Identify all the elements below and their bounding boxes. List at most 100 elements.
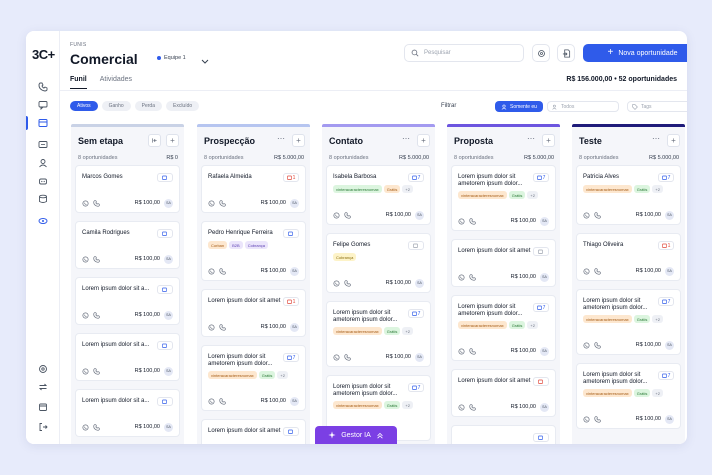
calendar-icon[interactable]	[37, 401, 49, 413]
phone-icon[interactable]	[594, 341, 601, 349]
tag-chip[interactable]: vinteracaracteresnomax	[583, 185, 632, 193]
settings-button[interactable]	[532, 44, 550, 62]
robot-icon[interactable]	[37, 175, 49, 187]
whatsapp-icon[interactable]	[82, 311, 89, 319]
task-badge[interactable]	[157, 285, 173, 294]
whatsapp-icon[interactable]	[333, 279, 340, 287]
gestor-ia-button[interactable]: Gestor IA	[315, 426, 397, 444]
tag-chip[interactable]: Grátis	[258, 371, 276, 379]
whatsapp-icon[interactable]	[333, 353, 340, 361]
phone-icon[interactable]	[93, 423, 100, 431]
task-badge[interactable]	[533, 377, 549, 386]
opportunity-card[interactable]: Isabela Barbosa 7 vinteracaracteresnomax Gr…	[326, 165, 431, 225]
tag-chip[interactable]: vinteracaracteresnomax	[333, 185, 382, 193]
opportunity-card[interactable]: Lorem ipsum dolor sit ametorem ipsum dol…	[451, 295, 556, 361]
task-badge[interactable]: 7	[408, 309, 424, 318]
opportunity-card[interactable]: Camila Rodrigues R$ 100,00 SA	[75, 221, 180, 269]
task-badge[interactable]	[157, 173, 173, 182]
phone-icon[interactable]	[469, 273, 476, 281]
chip-perda[interactable]: Perda	[134, 101, 162, 111]
tag-chip[interactable]: +2	[527, 191, 538, 199]
task-badge[interactable]	[157, 341, 173, 350]
tag-chip[interactable]: +2	[402, 185, 413, 193]
switch-icon[interactable]	[37, 381, 49, 393]
opportunity-card[interactable]: Pedro Henrique Ferreira Corban B2B Cobrança…	[201, 221, 306, 281]
opportunity-card[interactable]: Patricia Alves 7 vinteracaracteresnomax Grá…	[576, 165, 681, 225]
whatsapp-icon[interactable]	[458, 347, 465, 355]
chip-ativos[interactable]: Ativos	[70, 101, 98, 111]
tag-chip[interactable]: vinteracaracteresnomax	[583, 315, 632, 323]
add-card-button[interactable]: +	[417, 134, 430, 147]
phone-icon[interactable]	[469, 347, 476, 355]
tab-funil[interactable]: Funil	[70, 76, 87, 89]
phone-icon[interactable]	[469, 403, 476, 411]
tag-chip[interactable]: vinteracaracteresnomax	[333, 327, 382, 335]
tag-chip[interactable]: B2B	[229, 241, 243, 249]
column-menu-icon[interactable]: ⋯	[277, 134, 285, 143]
tag-chip[interactable]: +2	[652, 315, 663, 323]
opportunity-card[interactable]: Lorem ipsum dolor sit ametorem ipsum dol…	[576, 289, 681, 355]
opportunity-card[interactable]: Lorem ipsum dolor sit amet 1 R$ 100,00 SA	[201, 289, 306, 337]
opportunity-card[interactable]: Rafaela Almeida 1 R$ 100,00 SA	[201, 165, 306, 213]
task-badge[interactable]: 7	[658, 371, 674, 380]
column-menu-icon[interactable]: ⋯	[402, 134, 410, 143]
opportunity-card[interactable]: Lorem ipsum dolor sit amet R$ 100,00 SA	[451, 369, 556, 417]
phone-icon[interactable]	[594, 415, 601, 423]
phone-icon[interactable]	[219, 199, 226, 207]
tag-chip[interactable]: Grátis	[383, 185, 401, 193]
phone-icon[interactable]	[344, 353, 351, 361]
task-badge[interactable]: 7	[408, 173, 424, 182]
phone-icon[interactable]	[93, 367, 100, 375]
whatsapp-icon[interactable]	[458, 273, 465, 281]
whatsapp-icon[interactable]	[208, 323, 215, 331]
phone-icon[interactable]	[469, 217, 476, 225]
opportunity-card[interactable]: Felipe Gomes Cobrança R$ 100,00 SA	[326, 233, 431, 293]
collapse-column-button[interactable]	[148, 134, 161, 147]
tag-chip[interactable]: vinteracaracteresnomax	[458, 191, 507, 199]
opportunity-card[interactable]: Lorem ipsum dolor sit amet R$ 100,00 SA	[451, 239, 556, 287]
add-card-button[interactable]: +	[292, 134, 305, 147]
whatsapp-icon[interactable]	[458, 403, 465, 411]
tag-chip[interactable]: Corban	[208, 241, 228, 249]
tag-chip[interactable]: vinteracaracteresnomax	[333, 401, 382, 409]
phone-icon[interactable]	[344, 279, 351, 287]
whatsapp-icon[interactable]	[583, 341, 590, 349]
task-badge[interactable]: 7	[533, 303, 549, 312]
tag-chip[interactable]: Grátis	[633, 315, 651, 323]
phone-icon[interactable]	[594, 211, 601, 219]
chip-excluido[interactable]: Excluído	[165, 101, 200, 111]
chip-ganho[interactable]: Ganho	[101, 101, 131, 111]
task-badge[interactable]	[408, 241, 424, 250]
phone-icon[interactable]	[93, 199, 100, 207]
whatsapp-icon[interactable]	[82, 367, 89, 375]
tag-chip[interactable]: Grátis	[508, 191, 526, 199]
tag-chip[interactable]: +2	[527, 321, 538, 329]
tag-chip[interactable]: Grátis	[633, 389, 651, 397]
chevron-down-icon[interactable]	[200, 53, 210, 64]
task-badge[interactable]	[283, 427, 299, 436]
task-badge[interactable]: 1	[658, 241, 674, 250]
whatsapp-icon[interactable]	[583, 415, 590, 423]
add-card-button[interactable]: +	[542, 134, 555, 147]
opportunity-card[interactable]: Thiago Oliveira 1 R$ 100,00 SA	[576, 233, 681, 281]
whatsapp-icon[interactable]	[82, 255, 89, 263]
tag-chip[interactable]: Grátis	[508, 321, 526, 329]
task-badge[interactable]	[533, 247, 549, 256]
logout-icon[interactable]	[37, 421, 49, 433]
tag-chip[interactable]: vinteracaracteresnomax	[208, 371, 257, 379]
database-icon[interactable]	[37, 193, 49, 205]
whatsapp-icon[interactable]	[82, 423, 89, 431]
tags-select[interactable]: Tags	[627, 101, 687, 112]
new-opportunity-button[interactable]: + Nova oportunidade	[583, 44, 687, 62]
tag-chip[interactable]: +2	[652, 185, 663, 193]
opportunity-card[interactable]: Lorem ipsum dolor sit amet	[201, 419, 306, 444]
only-me-button[interactable]: Somente eu	[495, 101, 543, 112]
task-badge[interactable]: 7	[658, 297, 674, 306]
tag-chip[interactable]: +2	[277, 371, 288, 379]
chat-icon[interactable]	[37, 99, 49, 111]
phone-icon[interactable]	[219, 323, 226, 331]
settings-icon[interactable]	[37, 363, 49, 375]
column-menu-icon[interactable]: ⋯	[527, 134, 535, 143]
add-card-button[interactable]: +	[166, 134, 179, 147]
phone-icon[interactable]	[219, 267, 226, 275]
